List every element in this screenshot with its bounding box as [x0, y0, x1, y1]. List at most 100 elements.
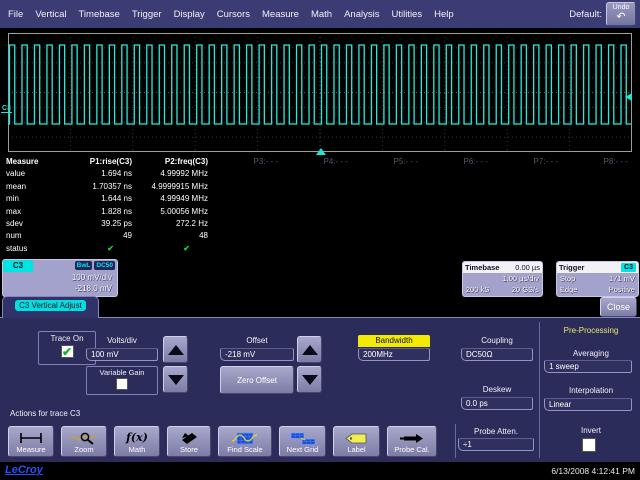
store-icon	[176, 431, 202, 445]
measure-value	[566, 218, 636, 230]
status-bar: LeCroy 6/13/2008 4:12:41 PM	[0, 462, 640, 480]
menu-measure[interactable]: Measure	[262, 9, 299, 20]
store-button-label: Store	[180, 445, 198, 454]
measure-value: 272.2 Hz	[140, 218, 216, 230]
trigger-mode: Stop	[560, 273, 575, 284]
interpolation-field[interactable]: Linear	[544, 398, 632, 411]
measure-value	[496, 193, 566, 205]
c3-descriptor-box[interactable]: C3 BwL DC50 100 mV/div -218.0 mV	[2, 259, 118, 297]
measure-col-header-p3[interactable]: P3:- - -	[216, 156, 286, 168]
trigger-slope: Positive	[609, 284, 635, 295]
averaging-field[interactable]: 1 sweep	[544, 360, 632, 373]
measure-status	[286, 243, 356, 255]
store-button[interactable]: Store	[167, 426, 211, 457]
arrow-down-icon	[168, 375, 184, 385]
probe-atten-field[interactable]: ÷1	[458, 438, 534, 451]
measure-value	[286, 218, 356, 230]
measure-value: 4.99992 MHz	[140, 168, 216, 180]
offset-decrease-button[interactable]	[297, 366, 322, 393]
measure-value	[566, 193, 636, 205]
invert-checkbox[interactable]	[582, 438, 596, 452]
menu-utilities[interactable]: Utilities	[391, 9, 422, 20]
menu-help[interactable]: Help	[434, 9, 454, 20]
c3-volts-per-div: 100 mV/div	[3, 272, 112, 283]
volts-div-increase-button[interactable]	[163, 336, 188, 363]
tab-c3-vertical-adjust[interactable]: C3 Vertical Adjust	[2, 296, 99, 318]
measure-button[interactable]: Measure	[8, 426, 54, 457]
find-scale-button[interactable]: Find Scale	[218, 426, 272, 457]
deskew-label: Deskew	[461, 385, 533, 394]
zoom-button-label: Zoom	[74, 445, 93, 454]
c3-descriptor-body: 100 mV/div -218.0 mV	[3, 272, 117, 294]
coupling-field[interactable]: DC50Ω	[461, 348, 533, 361]
c3-channel-marker[interactable]: C3	[1, 105, 12, 113]
menu-cursors[interactable]: Cursors	[217, 9, 250, 20]
volts-div-decrease-button[interactable]	[163, 366, 188, 393]
measure-row-label: min	[6, 193, 64, 205]
measure-col-header-p1[interactable]: P1:rise(C3)	[64, 156, 140, 168]
timebase-delay: 0.00 µs	[515, 263, 540, 272]
measure-value	[356, 181, 426, 193]
menu-display[interactable]: Display	[174, 9, 205, 20]
measure-value	[356, 230, 426, 242]
bandwidth-field[interactable]: 200MHz	[358, 348, 430, 361]
next-grid-icon	[288, 431, 318, 445]
menu-analysis[interactable]: Analysis	[344, 9, 379, 20]
menu-vertical[interactable]: Vertical	[35, 9, 66, 20]
oscilloscope-screen: File Vertical Timebase Trigger Display Cursor…	[0, 0, 640, 480]
coupling-label: Coupling	[461, 336, 533, 345]
menu-trigger[interactable]: Trigger	[132, 9, 162, 20]
c3-name-chip: C3	[3, 260, 33, 272]
measure-col-header-p6[interactable]: P6:- - -	[426, 156, 496, 168]
measure-value	[356, 168, 426, 180]
probe-cal-icon	[398, 431, 426, 445]
lecroy-logo[interactable]: LeCroy	[5, 464, 43, 476]
trigger-level-marker[interactable]	[625, 93, 632, 101]
menu-math[interactable]: Math	[311, 9, 332, 20]
label-button[interactable]: Label	[333, 426, 380, 457]
variable-gain-checkbox[interactable]	[116, 378, 128, 390]
undo-button[interactable]: Undo ↶	[606, 2, 636, 26]
measure-value: 1.694 ns	[64, 168, 140, 180]
trigger-box[interactable]: Trigger C3 Stop 171 mV Edge Positive	[556, 261, 639, 297]
measure-value: 4.9999915 MHz	[140, 181, 216, 193]
measure-value	[216, 181, 286, 193]
offset-field[interactable]: -218 mV	[220, 348, 294, 361]
trigger-position-marker[interactable]	[316, 148, 326, 155]
arrow-down-icon	[302, 375, 318, 385]
close-button[interactable]: Close	[600, 297, 637, 317]
measure-value: 5.00056 MHz	[140, 206, 216, 218]
actions-label: Actions for trace C3	[10, 409, 80, 418]
bandwidth-label: Bandwidth	[358, 335, 430, 347]
measure-col-header-p5[interactable]: P5:- - -	[356, 156, 426, 168]
next-grid-button[interactable]: Next Grid	[279, 426, 326, 457]
measure-value	[496, 218, 566, 230]
variable-gain-group: Variable Gain	[86, 366, 158, 395]
measure-col-header-p8[interactable]: P8:- - -	[566, 156, 636, 168]
trigger-body: Stop 171 mV Edge Positive	[557, 273, 638, 295]
measure-value	[286, 230, 356, 242]
measure-value	[286, 206, 356, 218]
measure-value	[496, 206, 566, 218]
probe-cal-button-label: Probe Cal.	[394, 445, 429, 454]
math-button[interactable]: f(x) Math	[114, 426, 160, 457]
zero-offset-button[interactable]: Zero Offset	[220, 366, 294, 394]
volts-div-field[interactable]: 100 mV	[86, 348, 158, 361]
menu-file[interactable]: File	[8, 9, 23, 20]
waveform-display: C3	[0, 28, 640, 155]
deskew-field[interactable]: 0.0 ps	[461, 397, 533, 410]
measure-value: 39.25 ps	[64, 218, 140, 230]
measure-value	[566, 168, 636, 180]
probe-cal-button[interactable]: Probe Cal.	[387, 426, 437, 457]
zoom-button[interactable]: Zoom	[61, 426, 107, 457]
measure-col-header-p2[interactable]: P2:freq(C3)	[140, 156, 216, 168]
measure-col-header-p7[interactable]: P7:- - -	[496, 156, 566, 168]
menu-timebase[interactable]: Timebase	[78, 9, 119, 20]
trigger-level: 171 mV	[609, 273, 635, 284]
measure-value	[496, 181, 566, 193]
offset-increase-button[interactable]	[297, 336, 322, 363]
measure-col-header-p4[interactable]: P4:- - -	[286, 156, 356, 168]
trace-on-checkbox[interactable]: ✔	[61, 345, 74, 358]
measure-button-label: Measure	[16, 445, 45, 454]
timebase-box[interactable]: Timebase 0.00 µs 1.00 µs/div 200 kS 20 G…	[462, 261, 543, 297]
